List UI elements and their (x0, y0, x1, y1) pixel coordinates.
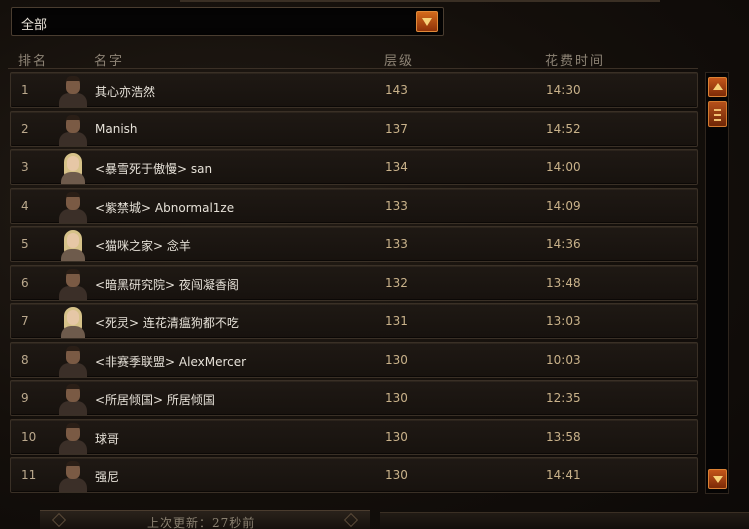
row-player-name: <暗黑研究院> 夜闯凝香阁 (95, 277, 239, 292)
leaderboard-row[interactable]: 2 Manish 137 14:52 (10, 110, 698, 147)
chevron-down-icon[interactable] (416, 11, 438, 32)
footer-bar-right (380, 512, 749, 529)
row-time: 12:35 (546, 391, 581, 405)
male-portrait-icon (57, 422, 89, 454)
row-time: 13:58 (546, 429, 581, 444)
row-rank: 11 (21, 468, 37, 482)
row-player-name: 球哥 (95, 431, 120, 446)
filter-dropdown[interactable]: 全部 (11, 7, 444, 36)
row-rank: 4 (21, 198, 29, 213)
row-time: 14:00 (546, 160, 581, 174)
ornament-left-icon (51, 512, 67, 528)
row-player-name: <所居倾国> 所居倾国 (95, 393, 215, 407)
leaderboard-row[interactable]: 9 <所居倾国> 所居倾国 130 12:35 (10, 380, 698, 416)
row-rank: 7 (21, 314, 29, 328)
row-level: 133 (385, 237, 408, 251)
row-rank: 8 (21, 352, 29, 367)
leaderboard-row[interactable]: 10 球哥 130 13:58 (10, 418, 698, 455)
row-player-name: <非赛季联盟> AlexMercer (95, 354, 247, 369)
row-time: 14:30 (546, 83, 581, 97)
row-player-name: <暴雪死于傲慢> san (95, 162, 213, 176)
column-time-header: 花费时间 (545, 54, 606, 69)
row-player-name: <猫咪之家> 念羊 (95, 239, 191, 253)
scrollbar[interactable] (705, 72, 729, 494)
female-portrait-icon (57, 306, 89, 338)
row-rank: 10 (21, 429, 37, 444)
row-time: 14:36 (546, 237, 581, 251)
scrollbar-thumb[interactable] (708, 101, 727, 127)
row-player-name: 其心亦浩然 (95, 85, 156, 99)
row-level: 133 (385, 198, 408, 213)
row-time: 14:52 (546, 121, 581, 136)
column-name-header: 名字 (94, 54, 125, 69)
arrow-up-icon[interactable] (708, 77, 727, 97)
row-rank: 9 (21, 391, 29, 405)
filter-selected-value: 全部 (21, 18, 48, 33)
row-player-name: <紫禁城> Abnormal1ze (95, 200, 235, 215)
male-portrait-icon (57, 383, 89, 415)
row-rank: 1 (21, 83, 29, 97)
leaderboard-row[interactable]: 6 <暗黑研究院> 夜闯凝香阁 132 13:48 (10, 264, 698, 301)
row-time: 14:41 (546, 468, 581, 482)
row-level: 132 (385, 275, 408, 290)
row-player-name: Manish (95, 121, 138, 136)
row-level: 137 (385, 121, 408, 136)
leaderboard-row[interactable]: 1 其心亦浩然 143 14:30 (10, 72, 698, 108)
column-level-header: 层级 (384, 54, 415, 69)
male-portrait-icon (57, 345, 89, 377)
arrow-down-icon[interactable] (708, 469, 727, 489)
row-rank: 6 (21, 275, 29, 290)
leaderboard-row[interactable]: 8 <非赛季联盟> AlexMercer 130 10:03 (10, 341, 698, 378)
male-portrait-icon (57, 191, 89, 223)
row-level: 130 (385, 468, 408, 482)
last-updated-text: 上次更新：27秒前 (147, 516, 256, 529)
leaderboard-row[interactable]: 11 强尼 130 14:41 (10, 457, 698, 493)
row-player-name: <死灵> 连花清瘟狗都不吃 (95, 316, 239, 330)
leaderboard-row[interactable]: 3 <暴雪死于傲慢> san 134 14:00 (10, 149, 698, 185)
footer-bar: 上次更新：27秒前 (40, 510, 370, 529)
leaderboard-row[interactable]: 7 <死灵> 连花清瘟狗都不吃 131 13:03 (10, 303, 698, 339)
leaderboard-row[interactable]: 4 <紫禁城> Abnormal1ze 133 14:09 (10, 187, 698, 224)
male-portrait-icon (57, 460, 89, 492)
male-portrait-icon (57, 75, 89, 107)
row-level: 134 (385, 160, 408, 174)
row-player-name: 强尼 (95, 470, 120, 484)
row-level: 130 (385, 429, 408, 444)
row-rank: 5 (21, 237, 29, 251)
row-rank: 3 (21, 160, 29, 174)
male-portrait-icon (57, 268, 89, 300)
leaderboard-header: 排名 名字 层级 花费时间 (8, 44, 698, 69)
ornament-right-icon (343, 512, 359, 528)
female-portrait-icon (57, 229, 89, 261)
row-level: 130 (385, 352, 408, 367)
row-level: 131 (385, 314, 408, 328)
top-frame-edge (180, 0, 660, 2)
male-portrait-icon (57, 114, 89, 146)
row-time: 14:09 (546, 198, 581, 213)
row-level: 130 (385, 391, 408, 405)
leaderboard-row[interactable]: 5 <猫咪之家> 念羊 133 14:36 (10, 226, 698, 262)
column-rank-header: 排名 (18, 54, 49, 69)
row-level: 143 (385, 83, 408, 97)
row-rank: 2 (21, 121, 29, 136)
row-time: 10:03 (546, 352, 581, 367)
row-time: 13:03 (546, 314, 581, 328)
female-portrait-icon (57, 152, 89, 184)
row-time: 13:48 (546, 275, 581, 290)
